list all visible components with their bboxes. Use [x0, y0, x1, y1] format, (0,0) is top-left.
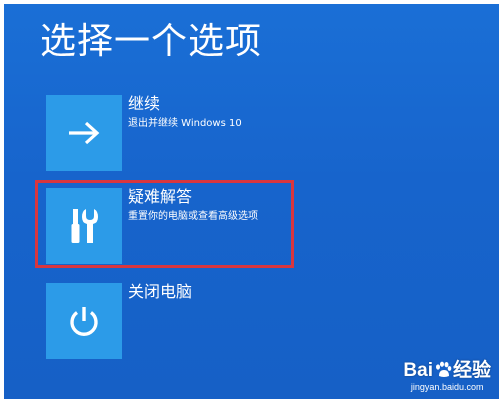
power-icon [70, 307, 98, 336]
watermark-url: jingyan.baidu.com [410, 382, 484, 392]
highlight-box [35, 180, 294, 268]
option-continue[interactable]: 继续 退出并继续 Windows 10 [46, 94, 466, 171]
option-shutdown[interactable]: 关闭电脑 [46, 282, 466, 359]
page-title: 选择一个选项 [40, 21, 263, 62]
watermark-logo-right: 经验 [452, 360, 491, 381]
option-title: 继续 [128, 94, 161, 113]
option-description: 退出并继续 Windows 10 [128, 118, 242, 129]
watermark-logo: Bai 经验 [403, 360, 491, 382]
continue-tile[interactable] [46, 95, 122, 171]
baidu-watermark: Bai 经验 jingyan.baidu.com [403, 360, 491, 393]
paw-icon [435, 361, 452, 377]
arrow-right-icon [69, 121, 100, 145]
shutdown-tile[interactable] [46, 283, 122, 359]
recovery-screen: 选择一个选项 继续 退出并继续 Windows 10 疑难解答 重置你的电脑或查… [4, 4, 499, 399]
option-title: 关闭电脑 [128, 282, 193, 301]
watermark-logo-left: Bai [403, 360, 433, 381]
